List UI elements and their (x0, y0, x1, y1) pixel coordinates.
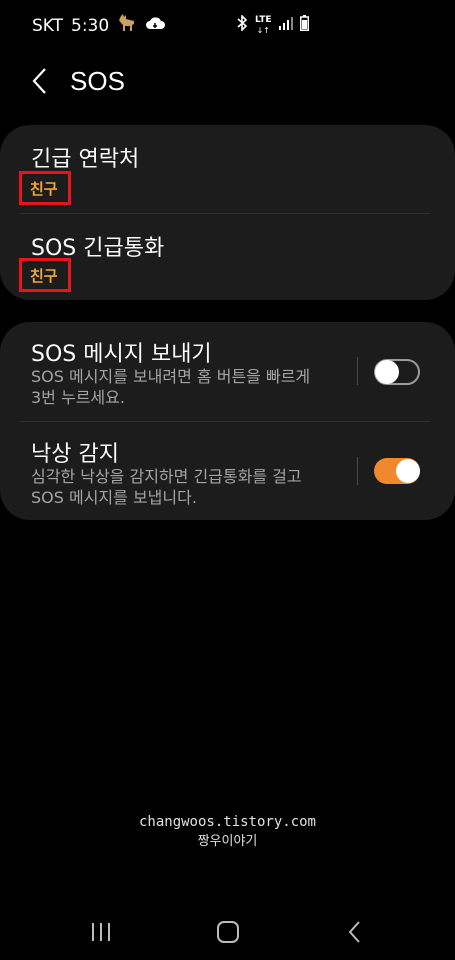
vertical-separator (357, 457, 358, 485)
emergency-contacts-title: 긴급 연락처 (31, 147, 140, 172)
home-icon (217, 921, 239, 943)
fall-detection-desc-line2: SOS 메시지를 보냅니다. (31, 488, 197, 507)
toggle-knob (396, 459, 420, 483)
contacts-card: 긴급 연락처 친구 SOS 긴급통화 친구 (0, 125, 455, 300)
watermark-url: changwoos.tistory.com (138, 814, 316, 830)
settings-card: SOS 메시지 보내기 SOS 메시지를 보내려면 홈 버튼을 빠르게 3번 누… (0, 322, 455, 520)
emergency-contacts-value: 친구 (30, 180, 58, 198)
sos-message-title: SOS 메시지 보내기 (31, 342, 212, 367)
page-title: SOS (70, 66, 125, 96)
back-button[interactable] (28, 66, 58, 96)
sos-message-toggle[interactable] (374, 359, 420, 385)
sos-call-highlight: 친구 (19, 258, 71, 292)
clock: 5:30 (71, 15, 110, 36)
recents-button[interactable] (86, 920, 116, 944)
watermark-name: 짱우이야기 (197, 834, 258, 849)
bluetooth-icon (236, 14, 248, 34)
sos-message-row[interactable]: SOS 메시지 보내기 SOS 메시지를 보내려면 홈 버튼을 빠르게 3번 누… (0, 322, 455, 420)
battery-icon (299, 15, 309, 34)
status-right: LTE ↓↑ (236, 14, 309, 35)
sos-message-desc-line1: SOS 메시지를 보내려면 홈 버튼을 빠르게 (31, 367, 311, 386)
fall-detection-title: 낙상 감지 (31, 442, 119, 467)
fall-detection-desc-line1: 심각한 낙상을 감지하면 긴급통화를 걸고 (31, 467, 302, 486)
sos-call-value: 친구 (30, 267, 58, 285)
lte-icon: LTE ↓↑ (255, 15, 272, 36)
fall-detection-row[interactable]: 낙상 감지 심각한 낙상을 감지하면 긴급통화를 걸고 SOS 메시지를 보냅니… (0, 421, 455, 520)
deer-icon (117, 14, 137, 37)
back-icon (32, 68, 46, 94)
status-bar: SKT 5:30 LTE ↓↑ (0, 0, 455, 54)
signal-icon (278, 16, 293, 33)
vertical-separator (357, 357, 358, 385)
home-button[interactable] (213, 920, 243, 944)
carrier-label: SKT (32, 15, 64, 36)
recents-icon (92, 923, 110, 941)
emergency-contacts-highlight: 친구 (19, 171, 71, 205)
cloud-sync-icon (145, 15, 166, 36)
toggle-knob (375, 360, 399, 384)
emergency-contacts-row[interactable]: 긴급 연락처 친구 (0, 125, 455, 213)
nav-back-icon (348, 921, 360, 943)
sos-call-row[interactable]: SOS 긴급통화 친구 (0, 213, 455, 300)
fall-detection-toggle[interactable] (374, 458, 420, 484)
status-left: SKT 5:30 (32, 14, 166, 37)
nav-back-button[interactable] (340, 920, 370, 944)
navigation-bar (0, 900, 455, 960)
sos-message-desc-line2: 3번 누르세요. (31, 388, 125, 407)
app-header: SOS (0, 54, 455, 110)
